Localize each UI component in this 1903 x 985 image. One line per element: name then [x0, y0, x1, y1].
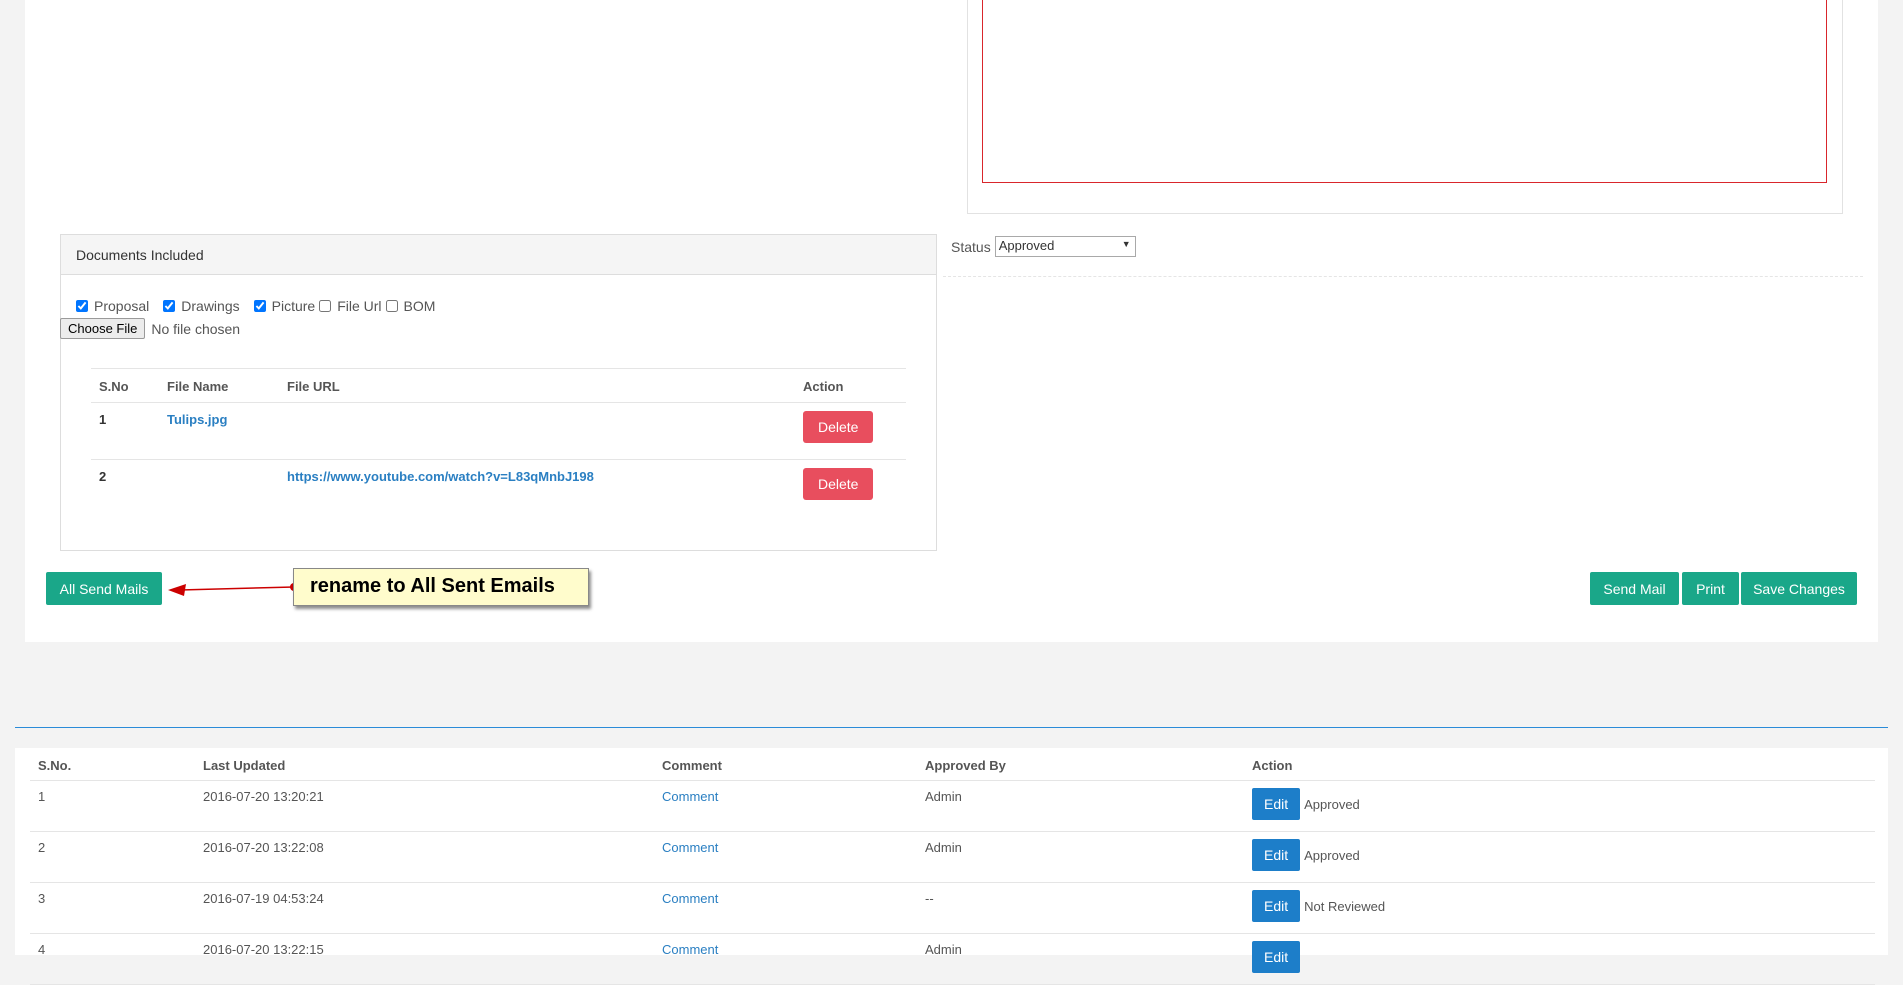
edit-button[interactable]: Edit [1252, 941, 1301, 973]
checkbox-picture[interactable]: Picture [253, 298, 316, 314]
checkbox-label: Proposal [94, 298, 150, 314]
file-name-link[interactable]: Tulips.jpg [167, 412, 227, 427]
annotation-arrow-icon [168, 583, 298, 596]
cell-sno: 2 [30, 831, 195, 883]
email-body-editor[interactable] [982, 0, 1827, 183]
checkbox-label: Drawings [181, 298, 240, 314]
col-file-url: File URL [279, 368, 795, 403]
col-approved-by: Approved By [917, 748, 1244, 781]
cell-approved-by: Admin [917, 933, 1244, 985]
col-last-updated: Last Updated [195, 748, 654, 781]
table-row: 1 2016-07-20 13:20:21 Comment Admin Edit… [30, 780, 1875, 832]
send-mail-button[interactable]: Send Mail [1590, 572, 1679, 605]
edit-button[interactable]: Edit [1252, 788, 1301, 820]
print-button[interactable]: Print [1682, 572, 1739, 605]
cell-sno: 1 [91, 402, 159, 460]
cell-last-updated: 2016-07-20 13:20:21 [195, 780, 654, 832]
checkbox-label: File Url [337, 298, 382, 314]
section-divider [15, 727, 1888, 728]
status-text: Approved [1304, 847, 1360, 863]
table-row: 1 Tulips.jpg Delete [91, 402, 906, 460]
col-sno: S.No [91, 368, 159, 403]
status-text: Approved [1304, 796, 1360, 812]
table-row: 3 2016-07-19 04:53:24 Comment -- Edit Not… [30, 882, 1875, 934]
proposal-checkbox[interactable] [76, 300, 88, 312]
checkbox-proposal[interactable]: Proposal [76, 298, 149, 314]
status-field: Status Approved ▼ [951, 236, 1136, 257]
bom-checkbox[interactable] [385, 300, 398, 312]
choose-file-button[interactable]: Choose File [60, 318, 146, 339]
all-send-mails-button[interactable]: All Send Mails [46, 572, 162, 605]
file-url-checkbox[interactable] [319, 300, 332, 312]
file-url-link[interactable]: https://www.youtube.com/watch?v=L83qMnbJ… [287, 469, 594, 484]
file-upload: Choose File No file chosen [60, 318, 240, 339]
table-row: 2 https://www.youtube.com/watch?v=L83qMn… [91, 460, 906, 517]
edit-button[interactable]: Edit [1252, 890, 1301, 922]
checkbox-drawings[interactable]: Drawings [163, 298, 240, 314]
status-select[interactable]: Approved ▼ [994, 236, 1136, 257]
table-row: 4 2016-07-20 13:22:15 Comment Admin Edit [30, 933, 1875, 985]
col-file-name: File Name [159, 368, 279, 403]
col-sno: S.No. [30, 748, 195, 781]
dropdown-arrow-icon: ▼ [1121, 239, 1131, 249]
cell-last-updated: 2016-07-19 04:53:24 [195, 882, 654, 934]
cell-approved-by: Admin [917, 780, 1244, 832]
checkbox-file-url[interactable]: File Url [319, 298, 382, 314]
document-checkbox-group: Proposal Drawings Picture File Url BOM [76, 298, 449, 314]
cell-approved-by: -- [917, 882, 1244, 934]
edit-button[interactable]: Edit [1252, 839, 1301, 871]
cell-sno: 2 [99, 469, 107, 484]
history-table: S.No. Last Updated Comment Approved By A… [30, 748, 1875, 985]
checkbox-label: Picture [271, 298, 316, 314]
cell-last-updated: 2016-07-20 13:22:15 [195, 933, 654, 985]
delete-button[interactable]: Delete [803, 468, 874, 500]
col-action: Action [795, 368, 906, 403]
comment-link[interactable]: Comment [662, 840, 718, 855]
drawings-checkbox[interactable] [163, 300, 176, 312]
cell-last-updated: 2016-07-20 13:22:08 [195, 831, 654, 883]
documents-panel-title: Documents Included [61, 235, 936, 275]
picture-checkbox[interactable] [253, 300, 266, 312]
divider [943, 276, 1863, 277]
documents-table: S.No File Name File URL Action 1 Tulips.… [91, 368, 906, 516]
comment-link[interactable]: Comment [662, 891, 718, 906]
checkbox-bom[interactable]: BOM [385, 298, 436, 314]
comment-link[interactable]: Comment [662, 789, 718, 804]
col-action: Action [1244, 748, 1875, 781]
save-changes-button[interactable]: Save Changes [1741, 572, 1857, 605]
table-row: 2 2016-07-20 13:22:08 Comment Admin Edit… [30, 831, 1875, 883]
cell-sno: 4 [30, 933, 195, 985]
annotation-callout: rename to All Sent Emails [293, 568, 589, 606]
checkbox-label: BOM [403, 298, 436, 314]
delete-button[interactable]: Delete [803, 411, 874, 443]
status-label: Status [951, 238, 991, 255]
cell-approved-by: Admin [917, 831, 1244, 883]
status-text: Not Reviewed [1304, 898, 1386, 914]
status-selected-value: Approved [998, 238, 1055, 253]
cell-sno: 1 [30, 780, 195, 832]
cell-sno: 3 [30, 882, 195, 934]
col-comment: Comment [654, 748, 917, 781]
no-file-text: No file chosen [151, 320, 241, 337]
